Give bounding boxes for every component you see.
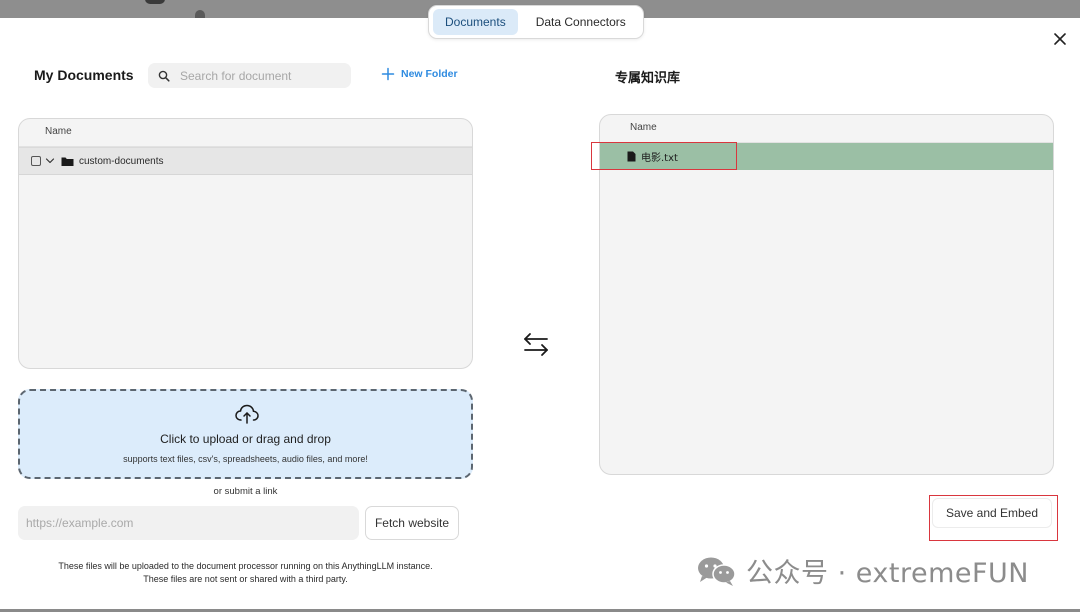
file-name: 电影.txt: [641, 153, 678, 164]
workspace-title: 专属知识库: [615, 71, 681, 86]
cloud-upload-icon: [235, 404, 259, 424]
folder-checkbox[interactable]: [31, 156, 41, 166]
background-icon: [195, 10, 205, 18]
file-row[interactable]: 电影.txt: [600, 143, 1053, 170]
search-input[interactable]: [178, 67, 342, 84]
my-documents-panel: Name custom-documents: [18, 118, 473, 369]
watermark: 公众号 · extremeFUN: [696, 551, 1029, 590]
save-and-embed-button[interactable]: Save and Embed: [932, 498, 1052, 528]
watermark-text: 公众号 · extremeFUN: [746, 558, 1029, 589]
new-folder-button[interactable]: New Folder: [381, 67, 458, 81]
my-documents-title: My Documents: [34, 67, 134, 83]
document-search[interactable]: [148, 63, 351, 88]
url-input[interactable]: [18, 506, 359, 540]
folder-row[interactable]: custom-documents: [19, 147, 472, 175]
workspace-documents-panel: Name 电影.txt: [599, 114, 1054, 475]
modal-tabs: Documents Data Connectors: [428, 5, 644, 39]
background-avatar: [145, 0, 165, 4]
fetch-website-button[interactable]: Fetch website: [365, 506, 459, 540]
or-submit-link-label: or submit a link: [213, 486, 278, 497]
chevron-down-icon[interactable]: [45, 156, 55, 166]
note-line-2: These files are not sent or shared with …: [143, 574, 348, 584]
wechat-icon: [698, 557, 736, 586]
tab-data-connectors[interactable]: Data Connectors: [524, 9, 638, 35]
tab-documents[interactable]: Documents: [433, 9, 518, 35]
upload-subtitle: supports text files, csv's, spreadsheets…: [123, 454, 368, 464]
move-documents-icon[interactable]: [521, 329, 551, 364]
search-icon: [158, 70, 170, 82]
upload-title: Click to upload or drag and drop: [160, 432, 331, 446]
new-folder-label: New Folder: [401, 68, 458, 80]
upload-dropzone[interactable]: Click to upload or drag and drop support…: [18, 389, 473, 479]
column-header-name: Name: [600, 115, 1053, 143]
folder-name: custom-documents: [79, 155, 164, 167]
plus-icon: [381, 67, 395, 81]
close-icon[interactable]: [1049, 28, 1071, 50]
file-icon: [627, 151, 636, 162]
note-line-1: These files will be uploaded to the docu…: [58, 561, 433, 571]
upload-privacy-note: These files will be uploaded to the docu…: [18, 560, 473, 586]
folder-icon: [61, 157, 74, 166]
column-header-name: Name: [19, 119, 472, 147]
